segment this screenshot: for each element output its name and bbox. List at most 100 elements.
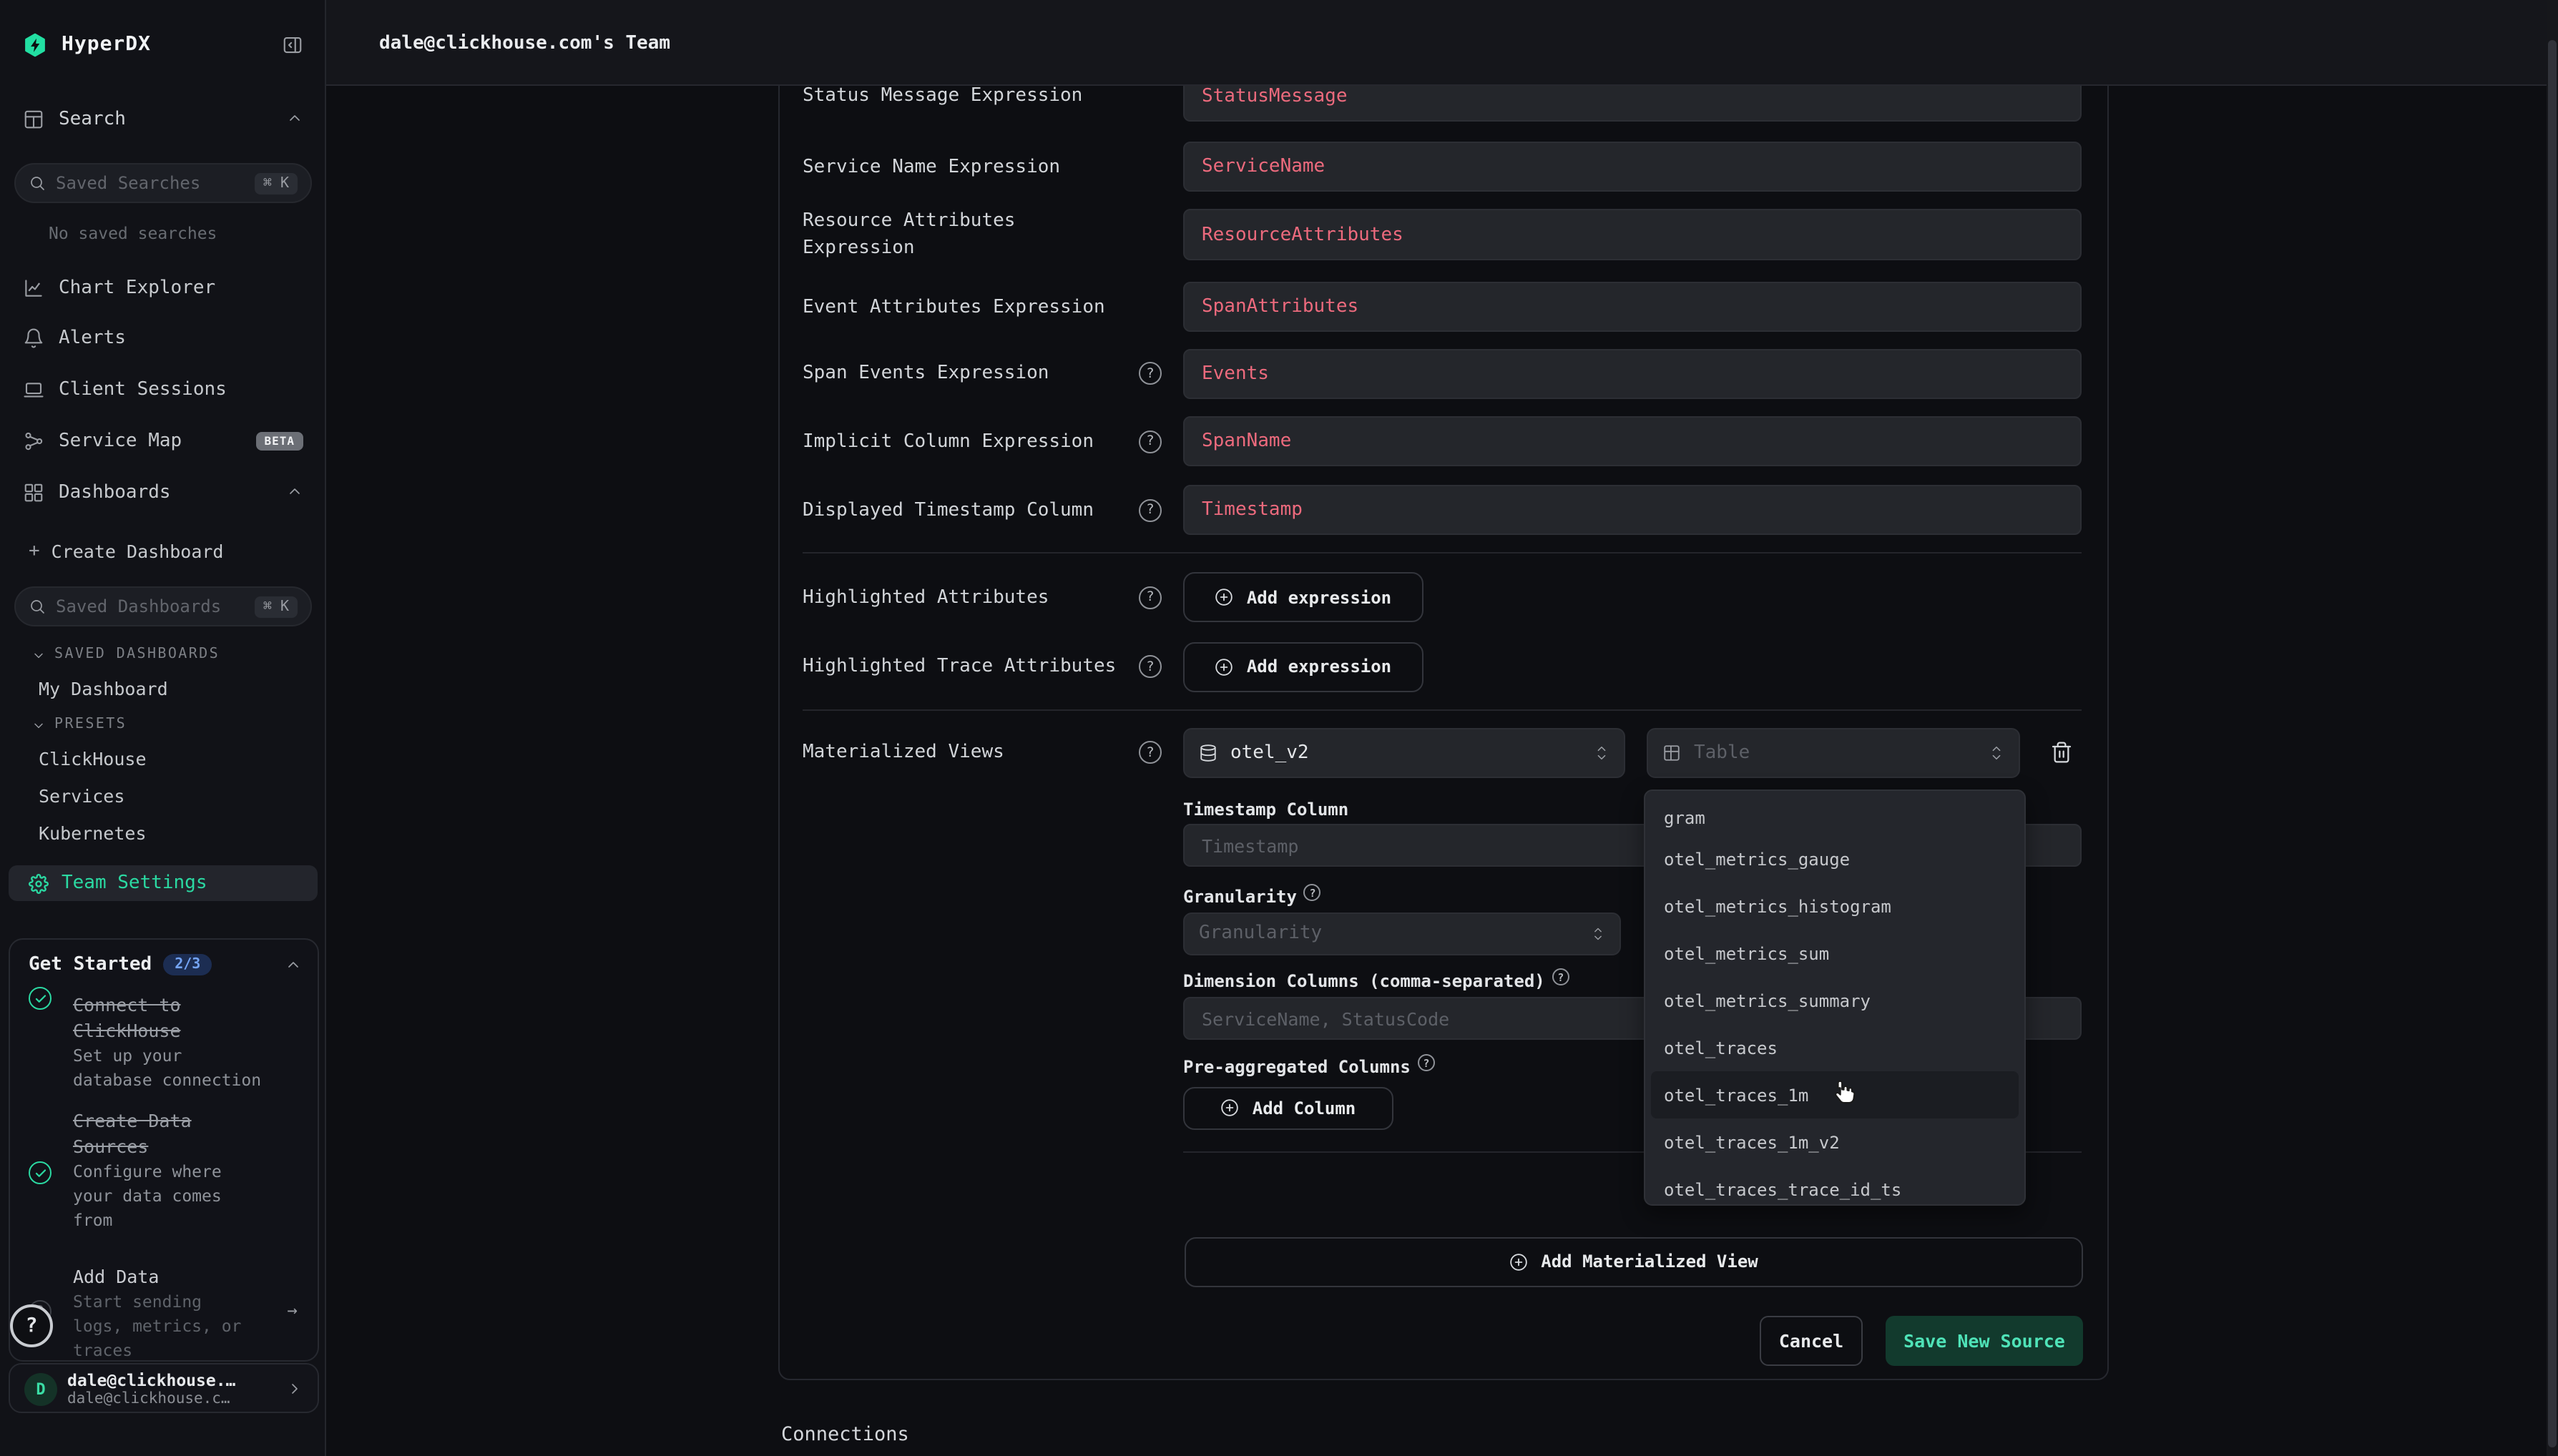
dropdown-option[interactable]: otel_metrics_gauge [1651, 835, 2019, 882]
form-row: Event Attributes Expression SpanAttribut… [803, 282, 2082, 332]
sidebar-item-my-dashboard[interactable]: My Dashboard [39, 678, 168, 699]
trash-icon[interactable] [2050, 740, 2073, 763]
step-title: Create Data [73, 1108, 222, 1134]
step-desc: logs, metrics, or [73, 1314, 241, 1339]
question-circle-icon[interactable]: ? [1139, 586, 1162, 609]
add-expression-button[interactable]: Add expression [1183, 572, 1423, 622]
chevrons-up-down-icon [1591, 925, 1605, 942]
sidebar-item-chart-explorer[interactable]: Chart Explorer [0, 269, 326, 306]
step-desc: database connection [73, 1068, 261, 1093]
search-icon [29, 174, 46, 192]
sidebar-item-services[interactable]: Services [39, 785, 124, 807]
save-new-source-button[interactable]: Save New Source [1886, 1316, 2083, 1366]
question-circle-icon[interactable]: ? [1139, 655, 1162, 678]
sidebar: HyperDX Search Saved Searches ⌘ K No sav… [0, 0, 326, 1456]
app-title: HyperDX [62, 33, 151, 56]
step-done-check-icon [29, 987, 52, 1010]
presets-section[interactable]: PRESETS [31, 717, 127, 732]
step-title: ClickHouse [73, 1018, 261, 1044]
form-row: Highlighted Trace Attributes ? Add expre… [803, 641, 2082, 692]
question-circle-icon[interactable]: ? [1139, 498, 1162, 521]
view-select-value: otel_v2 [1230, 742, 1581, 763]
chevron-right-icon [286, 1380, 303, 1397]
question-circle-icon[interactable]: ? [1552, 968, 1569, 985]
table-select[interactable]: Table [1647, 727, 2020, 777]
sidebar-item-alerts[interactable]: Alerts [0, 319, 326, 356]
step-desc: Set up your [73, 1044, 261, 1068]
field-label: Resource Attributes Expression [803, 207, 1015, 262]
service-name-expression-input[interactable]: ServiceName [1183, 142, 2082, 192]
scrollbar-thumb[interactable] [2548, 40, 2557, 1447]
step-desc: Start sending [73, 1290, 241, 1314]
sidebar-item-kubernetes[interactable]: Kubernetes [39, 822, 147, 844]
get-started-step[interactable]: Create Data Sources Configure where your… [73, 1108, 222, 1233]
get-started-step[interactable]: Connect to ClickHouse Set up your databa… [73, 993, 261, 1093]
laptop-icon [23, 378, 44, 400]
view-select[interactable]: otel_v2 [1183, 727, 1625, 777]
add-materialized-view-button[interactable]: Add Materialized View [1185, 1236, 2083, 1287]
add-column-button[interactable]: Add Column [1183, 1086, 1393, 1129]
add-expression-button[interactable]: Add expression [1183, 641, 1423, 692]
span-events-expression-input[interactable]: Events [1183, 348, 2082, 398]
dropdown-option[interactable]: otel_metrics_summary [1651, 977, 2019, 1024]
beta-badge: BETA [255, 431, 303, 450]
chevron-up-icon[interactable] [285, 956, 302, 973]
arrow-right-icon: → [288, 1300, 298, 1320]
form-row: Highlighted Attributes ? Add expression [803, 572, 2082, 622]
dropdown-option[interactable]: gram [1651, 791, 2019, 835]
cancel-button[interactable]: Cancel [1760, 1316, 1863, 1366]
scrollbar[interactable] [2547, 0, 2558, 1456]
field-label: Materialized Views [803, 742, 1004, 763]
step-title: Add Data [73, 1264, 241, 1290]
dropdown-option[interactable]: otel_traces_trace_id_ts [1651, 1166, 2019, 1206]
sidebar-item-label: Dashboards [59, 481, 171, 503]
form-row: Span Events Expression ? Events [803, 348, 2082, 398]
chart-explorer-icon [23, 277, 44, 298]
sidebar-item-team-settings[interactable]: Team Settings [9, 865, 318, 901]
search-icon [29, 598, 46, 615]
granularity-select[interactable]: Granularity [1183, 912, 1621, 955]
create-dashboard-button[interactable]: + Create Dashboard [0, 532, 326, 569]
field-label: Service Name Expression [803, 156, 1060, 177]
question-circle-icon[interactable]: ? [1139, 741, 1162, 764]
step-desc: traces [73, 1339, 241, 1362]
sidebar-collapse-icon[interactable] [282, 34, 303, 55]
step-desc: Configure where [73, 1160, 222, 1184]
user-profile-card[interactable]: D dale@clickhouse.… dale@clickhouse.c… [9, 1363, 319, 1413]
dropdown-option[interactable]: otel_traces [1651, 1024, 2019, 1071]
question-circle-icon[interactable]: ? [1304, 884, 1321, 901]
chevrons-up-down-icon [1989, 743, 2004, 762]
materialized-views-row: Materialized Views ? otel_v2 Table [803, 727, 2082, 777]
step-title: Connect to [73, 993, 261, 1018]
get-started-step[interactable]: Add Data Start sending logs, metrics, or… [73, 1264, 241, 1362]
saved-dashboards-section[interactable]: SAVED DASHBOARDS [31, 646, 220, 662]
saved-searches-input[interactable]: Saved Searches ⌘ K [14, 163, 312, 203]
sidebar-item-label: Service Map [59, 430, 182, 451]
question-circle-icon[interactable]: ? [1418, 1054, 1435, 1071]
gear-icon [29, 873, 49, 893]
dropdown-option[interactable]: otel_metrics_sum [1651, 930, 2019, 977]
resource-attributes-expression-input[interactable]: ResourceAttributes [1183, 209, 2082, 260]
saved-dashboards-placeholder: Saved Dashboards [56, 596, 245, 616]
saved-dashboards-input[interactable]: Saved Dashboards ⌘ K [14, 586, 312, 626]
question-circle-icon[interactable]: ? [1139, 362, 1162, 385]
implicit-column-expression-input[interactable]: SpanName [1183, 416, 2082, 466]
dropdown-option[interactable]: otel_metrics_histogram [1651, 882, 2019, 930]
sidebar-item-dashboards[interactable]: Dashboards [0, 473, 326, 511]
event-attributes-expression-input[interactable]: SpanAttributes [1183, 282, 2082, 332]
question-circle-icon[interactable]: ? [1139, 430, 1162, 453]
sidebar-item-label: Alerts [59, 327, 126, 348]
displayed-timestamp-column-input[interactable]: Timestamp [1183, 485, 2082, 535]
sidebar-item-label: Chart Explorer [59, 277, 215, 298]
sidebar-item-clickhouse[interactable]: ClickHouse [39, 748, 147, 769]
help-button[interactable]: ? [10, 1304, 53, 1347]
service-map-icon [23, 430, 44, 451]
sidebar-item-service-map[interactable]: Service Map BETA [0, 422, 326, 459]
sidebar-item-search[interactable]: Search [0, 100, 326, 137]
form-row: Resource Attributes Expression ResourceA… [803, 209, 2082, 260]
dropdown-option[interactable]: otel_traces_1m_v2 [1651, 1118, 2019, 1166]
hyperdx-app: HyperDX Search Saved Searches ⌘ K No sav… [0, 0, 2558, 1456]
connections-title: Connections [781, 1423, 909, 1446]
sidebar-item-client-sessions[interactable]: Client Sessions [0, 370, 326, 408]
get-started-title: Get Started [29, 954, 152, 975]
